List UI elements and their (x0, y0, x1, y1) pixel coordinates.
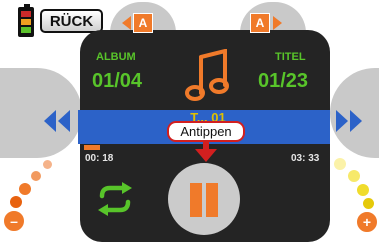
volume-dot (348, 170, 360, 182)
fast-forward-icon[interactable] (334, 108, 366, 134)
album-label: ALBUM (96, 51, 136, 63)
volume-dot (31, 171, 41, 181)
volume-dot (363, 198, 374, 209)
volume-dot (10, 196, 22, 208)
triangle-left-icon[interactable] (121, 15, 133, 31)
volume-dot (334, 158, 346, 170)
title-nav-button[interactable]: A (250, 13, 270, 33)
album-value: 01/04 (92, 70, 143, 92)
tap-callout: Antippen (167, 121, 245, 142)
title-value: 01/23 (258, 70, 309, 92)
back-button[interactable]: RÜCK (40, 9, 103, 33)
pause-icon (190, 183, 202, 217)
album-nav-button[interactable]: A (133, 13, 153, 33)
total-time: 03: 33 (291, 153, 320, 164)
volume-up-button[interactable]: + (355, 210, 379, 234)
volume-dot (43, 160, 52, 169)
rewind-icon[interactable] (42, 108, 74, 134)
progress-bar (84, 145, 100, 150)
mp3-player-screen: RÜCK A A ALBUM 01/04 TITEL 01/23 T... 01… (0, 0, 379, 243)
music-note-icon (185, 49, 229, 101)
repeat-icon[interactable] (92, 182, 138, 218)
elapsed-time: 00: 18 (85, 153, 114, 164)
arrow-down-icon (195, 140, 217, 162)
title-label: TITEL (275, 51, 306, 63)
battery-icon (18, 4, 34, 37)
pause-button[interactable] (168, 163, 240, 235)
volume-dot (357, 184, 369, 196)
triangle-right-icon[interactable] (271, 15, 283, 31)
volume-dot (19, 183, 31, 195)
volume-down-button[interactable]: – (2, 209, 26, 233)
